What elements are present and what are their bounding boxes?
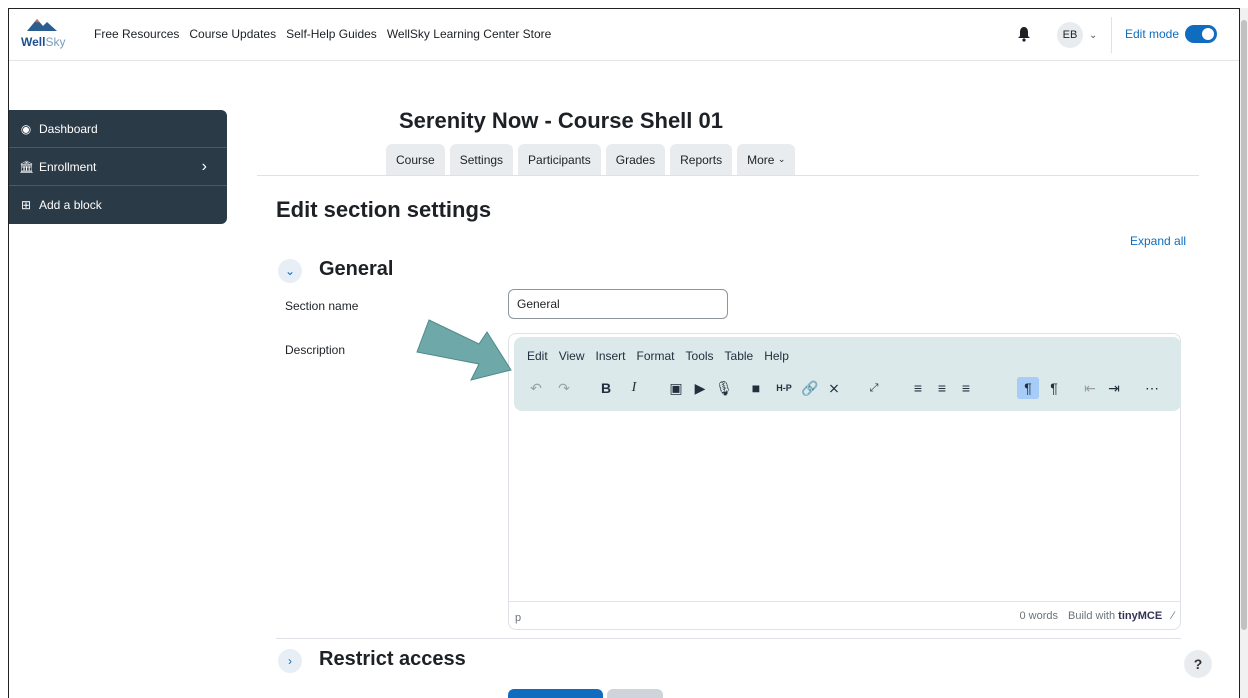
tab-grades[interactable]: Grades xyxy=(605,144,666,175)
chevron-right-icon: › xyxy=(288,654,292,668)
nav-store[interactable]: WellSky Learning Center Store xyxy=(387,27,552,41)
tinymce-logo[interactable]: tinyMCE xyxy=(1118,610,1162,622)
sidebar-item-add-block[interactable]: ⊞ Add a block xyxy=(9,186,227,224)
menu-format[interactable]: Format xyxy=(637,349,675,363)
section-name-input[interactable] xyxy=(508,289,728,319)
left-drawer: ◉ Dashboard 🏛 Enrollment › ⊞ Add a block xyxy=(9,110,227,224)
sidebar-item-label: Dashboard xyxy=(39,121,98,136)
more-icon[interactable]: ⋯ xyxy=(1141,377,1163,399)
indent-icon[interactable]: ⇥ xyxy=(1103,377,1125,399)
menu-insert[interactable]: Insert xyxy=(595,349,625,363)
course-tabs: Course Settings Participants Grades Repo… xyxy=(386,144,796,175)
chevron-down-icon[interactable]: ⌄ xyxy=(1089,30,1097,41)
section-general-title: General xyxy=(319,258,394,280)
editor-statusbar: p 0 words Build with tinyMCE ∕ xyxy=(509,601,1180,629)
scrollbar-thumb[interactable] xyxy=(1241,20,1247,630)
tabs-divider xyxy=(257,175,1199,176)
sidebar-item-label: Enrollment xyxy=(39,159,97,174)
tab-more[interactable]: More ⌄ xyxy=(737,144,796,175)
fullscreen-icon[interactable]: ⤢ xyxy=(863,377,885,399)
ltr-icon[interactable]: ¶ xyxy=(1017,377,1039,399)
collapse-general-button[interactable]: ⌄ xyxy=(278,259,302,283)
link-icon[interactable]: 🔗 xyxy=(799,377,821,399)
nav-divider xyxy=(1111,17,1112,53)
resize-handle-icon[interactable]: ∕ xyxy=(1172,610,1174,622)
h5p-icon[interactable]: H-P xyxy=(773,377,795,399)
logo-text-sky: Sky xyxy=(45,35,66,49)
chevron-down-icon: ⌄ xyxy=(777,154,786,164)
avatar[interactable]: EB xyxy=(1057,22,1083,48)
bell-icon[interactable] xyxy=(1017,26,1031,42)
tab-participants[interactable]: Participants xyxy=(518,144,601,175)
rtl-icon[interactable]: ¶ xyxy=(1043,377,1065,399)
page-heading: Edit section settings xyxy=(276,197,492,222)
sidebar-item-dashboard[interactable]: ◉ Dashboard xyxy=(9,110,227,148)
record-video-icon[interactable]: ■ xyxy=(745,377,767,399)
primary-nav: Free Resources Course Updates Self-Help … xyxy=(94,27,551,41)
align-left-icon[interactable]: ≡ xyxy=(907,377,929,399)
word-count[interactable]: 0 words xyxy=(1019,610,1058,622)
cancel-button[interactable] xyxy=(607,689,663,698)
menu-view[interactable]: View xyxy=(559,349,585,363)
expand-all-link[interactable]: Expand all xyxy=(1130,234,1186,248)
mountain-icon xyxy=(27,19,57,31)
expand-restrict-access-button[interactable]: › xyxy=(278,649,302,673)
user-menu[interactable]: EB ⌄ xyxy=(1057,22,1097,48)
element-path[interactable]: p xyxy=(515,612,521,624)
nav-self-help-guides[interactable]: Self-Help Guides xyxy=(286,27,377,41)
nav-free-resources[interactable]: Free Resources xyxy=(94,27,179,41)
nav-course-updates[interactable]: Course Updates xyxy=(189,27,276,41)
align-center-icon[interactable]: ≡ xyxy=(931,377,953,399)
align-right-icon[interactable]: ≡ xyxy=(955,377,977,399)
page-scrollbar[interactable] xyxy=(1240,8,1248,698)
page-title: Serenity Now - Course Shell 01 xyxy=(399,108,723,133)
redo-icon[interactable]: ↷ xyxy=(553,377,575,399)
unlink-icon[interactable]: ⨯ xyxy=(823,377,845,399)
tab-more-label: More xyxy=(747,152,775,167)
menu-table[interactable]: Table xyxy=(725,349,754,363)
tab-reports[interactable]: Reports xyxy=(670,144,733,175)
image-icon[interactable]: ▣ xyxy=(665,377,687,399)
record-audio-icon[interactable]: 🎙 xyxy=(713,377,735,399)
section-name-label: Section name xyxy=(285,299,359,313)
bank-icon: 🏛 xyxy=(19,159,35,174)
save-changes-button[interactable] xyxy=(508,689,603,698)
tab-settings[interactable]: Settings xyxy=(449,144,514,175)
chevron-right-icon[interactable]: › xyxy=(202,158,207,176)
section-divider xyxy=(276,638,1181,639)
section-restrict-access-title: Restrict access xyxy=(319,648,466,670)
menu-tools[interactable]: Tools xyxy=(686,349,714,363)
wellsky-logo[interactable]: WellSky xyxy=(21,17,66,53)
italic-icon[interactable]: I xyxy=(623,377,645,399)
sidebar-item-enrollment[interactable]: 🏛 Enrollment › xyxy=(9,148,227,186)
chevron-down-icon: ⌄ xyxy=(284,264,296,278)
browser-frame: WellSky Free Resources Course Updates Se… xyxy=(8,8,1240,698)
build-with-label: Build with tinyMCE xyxy=(1068,610,1163,622)
plus-square-icon: ⊞ xyxy=(20,198,32,212)
editor-menubar: Edit View Insert Format Tools Table Help xyxy=(527,349,789,363)
menu-help[interactable]: Help xyxy=(764,349,789,363)
bold-icon[interactable]: B xyxy=(595,377,617,399)
logo-text-well: Well xyxy=(21,35,46,49)
sidebar-item-label: Add a block xyxy=(39,198,102,212)
help-button[interactable]: ? xyxy=(1184,650,1212,678)
tab-course[interactable]: Course xyxy=(386,144,445,175)
media-icon[interactable]: ▶ xyxy=(689,377,711,399)
annotation-arrow-icon xyxy=(416,319,512,381)
outdent-icon[interactable]: ⇤ xyxy=(1079,377,1101,399)
menu-edit[interactable]: Edit xyxy=(527,349,548,363)
dashboard-icon: ◉ xyxy=(20,121,32,136)
top-navbar: WellSky Free Resources Course Updates Se… xyxy=(9,9,1239,61)
description-label: Description xyxy=(285,343,346,357)
edit-mode-toggle[interactable] xyxy=(1185,25,1217,43)
edit-mode-label: Edit mode xyxy=(1125,27,1180,41)
